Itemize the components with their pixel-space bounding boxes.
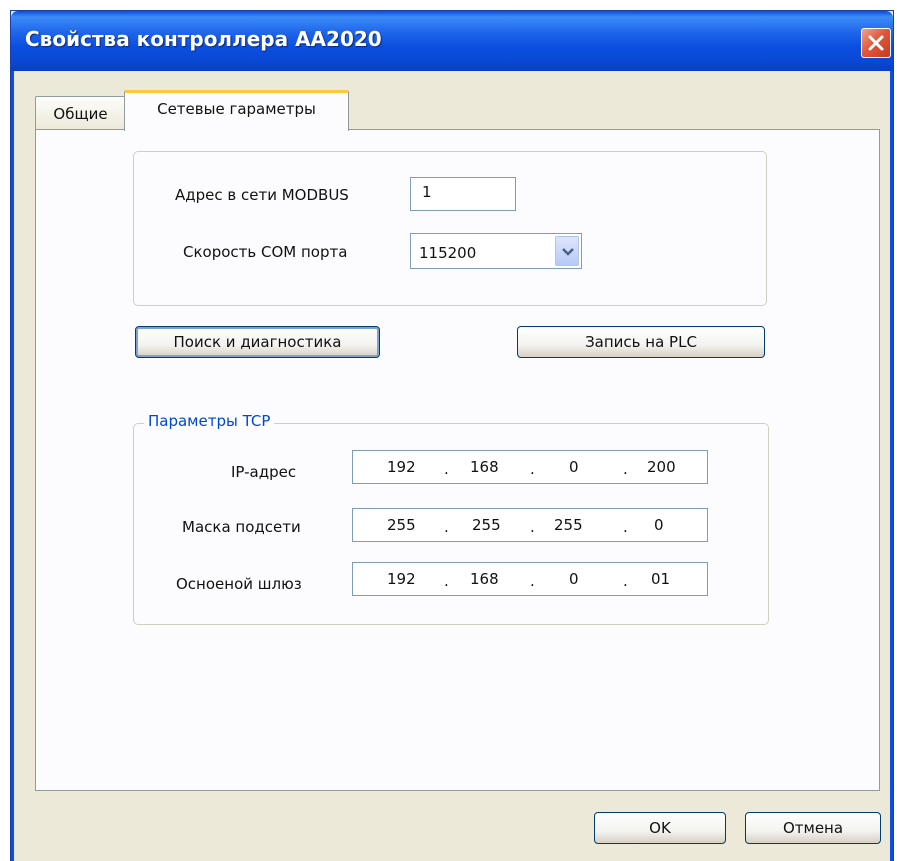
com-speed-select[interactable]: 115200 [410,233,582,269]
ip-dot: . [444,572,449,590]
ip-dot: . [623,518,628,536]
tab-general[interactable]: Общие [35,96,126,130]
close-icon [868,35,884,51]
mask-octet-4: 0 [654,516,664,534]
ip-address-label: IP-адрес [231,463,297,481]
mask-octet-1: 255 [387,516,416,534]
ip-dot: . [444,518,449,536]
ip-address-input[interactable]: 192 . 168 . 0 . 200 [352,450,708,484]
ip-octet-2: 168 [470,458,499,476]
ok-button[interactable]: OK [594,812,726,844]
subnet-mask-label: Маска подсети [182,518,301,536]
subnet-mask-input[interactable]: 255 . 255 . 255 . 0 [352,508,708,542]
ip-dot: . [444,460,449,478]
chevron-down-icon [562,248,574,256]
modbus-group [133,151,767,306]
modbus-address-label: Адрес в сети MODBUS [175,186,349,204]
com-speed-dropdown-button[interactable] [555,236,579,266]
search-diagnostics-button[interactable]: Поиск и диагностика [135,326,380,358]
ip-octet-3: 0 [569,458,579,476]
ip-octet-4: 200 [647,458,676,476]
gateway-octet-4: 01 [651,570,671,588]
title-bar[interactable]: Свойства контроллера AA2020 [11,11,893,71]
ip-dot: . [530,460,535,478]
gateway-octet-1: 192 [387,570,416,588]
window-title: Свойства контроллера AA2020 [25,27,382,51]
tcp-group-legend: Параметры TCP [144,412,275,430]
mask-octet-3: 255 [554,516,583,534]
ip-dot: . [623,572,628,590]
mask-octet-2: 255 [472,516,501,534]
ip-dot: . [530,518,535,536]
com-speed-value: 115200 [419,244,477,262]
ip-dot: . [623,460,628,478]
gateway-octet-3: 0 [569,570,579,588]
ip-dot: . [530,572,535,590]
close-button[interactable] [861,28,891,58]
modbus-address-input[interactable]: 1 [410,177,516,211]
ip-octet-1: 192 [387,458,416,476]
tab-network-params[interactable]: Сетевые гараметры [124,90,349,131]
gateway-input[interactable]: 192 . 168 . 0 . 01 [352,562,708,596]
gateway-label: Осноеной шлюз [176,575,302,593]
cancel-button[interactable]: Отмена [745,812,881,844]
write-to-plc-button[interactable]: Запись на PLC [517,326,765,358]
com-speed-label: Скорость COM порта [183,243,348,261]
gateway-octet-2: 168 [470,570,499,588]
